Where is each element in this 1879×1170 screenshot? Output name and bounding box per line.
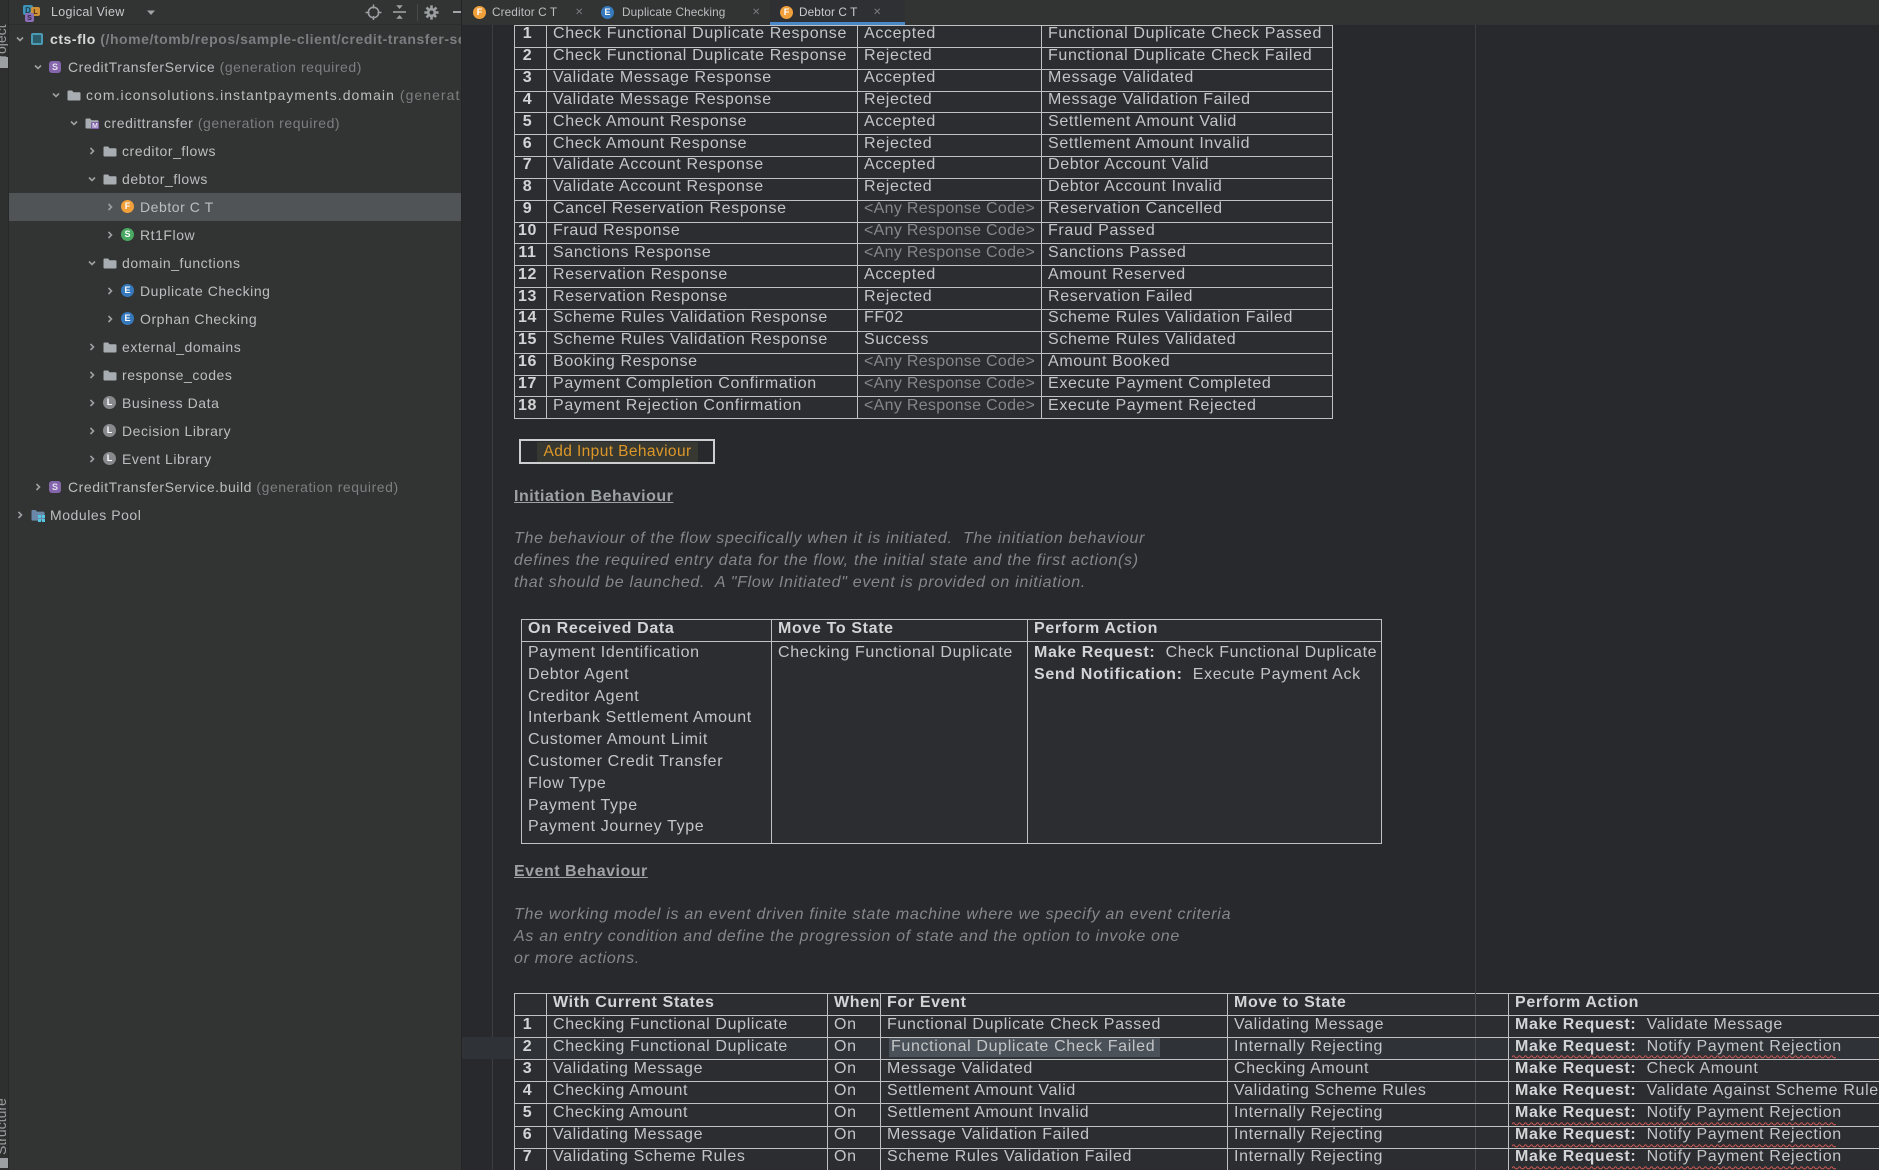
svg-text:M: M: [92, 123, 98, 129]
